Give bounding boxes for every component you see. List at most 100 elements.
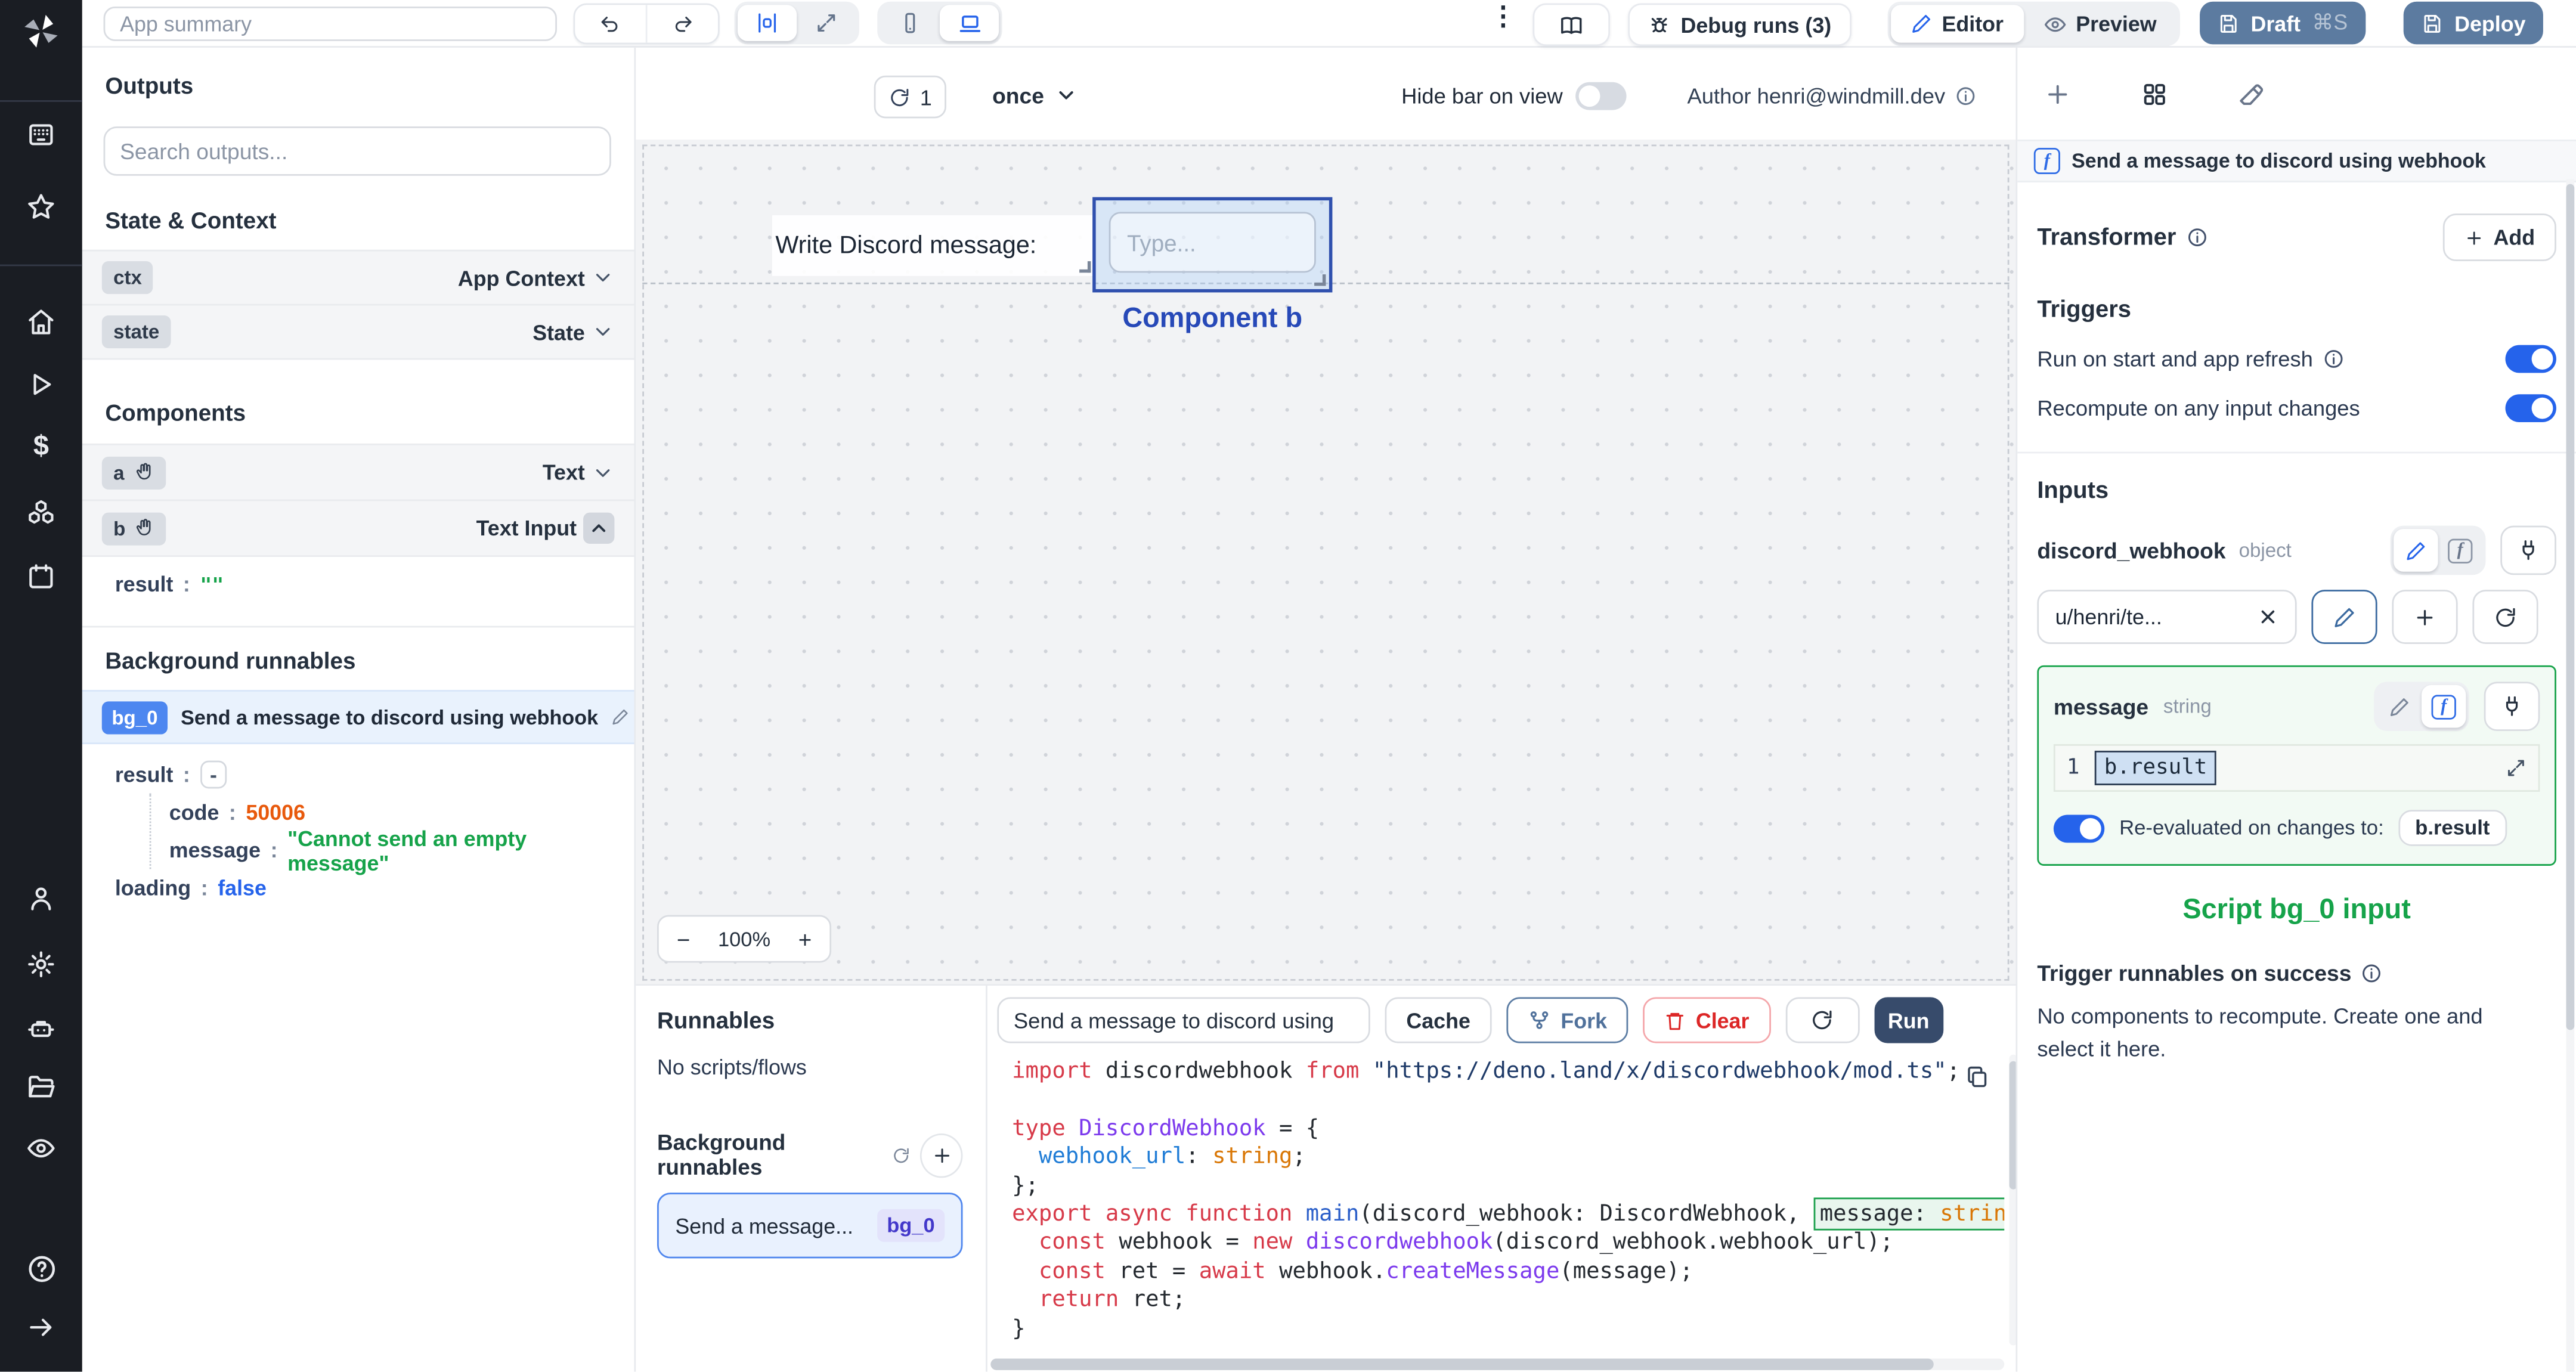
run-on-start-toggle[interactable] [2505,345,2556,373]
add-runnable-button[interactable] [920,1132,963,1178]
message-mode-toggle: f [2374,682,2469,732]
edit-icon[interactable] [611,708,629,726]
sidebar-expand-arrow[interactable] [0,1312,82,1342]
clear-button[interactable]: Clear [1643,997,1771,1043]
sidebar-item-apps[interactable] [0,120,82,150]
frequency-select[interactable]: once [992,76,1077,115]
sidebar-item-help[interactable] [0,1253,82,1284]
bg0-result-toggle[interactable]: - [200,760,227,789]
cache-button[interactable]: Cache [1385,997,1492,1043]
sidebar-item-workers[interactable] [0,1014,82,1043]
chevron-down-icon[interactable] [592,461,615,484]
chevron-down-icon[interactable] [592,320,615,343]
code-horizontal-scrollbar[interactable] [990,1358,2005,1370]
component-b-result-row[interactable]: result : "" [115,565,615,603]
save-icon [2422,13,2443,34]
collapse-button[interactable] [583,512,615,544]
fork-button[interactable]: Fork [1506,997,1628,1043]
sidebar-item-resources[interactable] [0,498,82,528]
text-input-field[interactable]: Type... [1109,212,1316,273]
refresh-count-box[interactable]: 1 [874,75,947,119]
app-canvas[interactable]: Write Discord message: Type... Component… [634,140,2018,986]
zoom-in-button[interactable]: + [781,925,830,952]
expand-editor-icon[interactable] [2506,757,2527,779]
chevron-down-icon[interactable] [592,266,615,289]
run-button[interactable]: Run [1874,997,1943,1043]
info-icon[interactable] [2186,227,2207,248]
runnable-item-bg0[interactable]: Send a message... bg_0 [657,1193,963,1259]
more-menu-icon[interactable]: ⋮ [1490,4,1516,30]
resize-handle[interactable] [1314,274,1326,286]
output-row-bg0[interactable]: bg_0 Send a message to discord using web… [82,690,634,745]
zoom-out-button[interactable]: − [659,925,708,952]
reeval-toggle[interactable] [2053,814,2105,842]
clear-resource-icon[interactable] [2258,606,2279,628]
tab-component-settings[interactable] [2141,80,2169,108]
sidebar-item-runs[interactable] [0,370,82,399]
draft-button[interactable]: Draft ⌘S [2200,1,2366,45]
script-name-input[interactable] [997,997,1370,1043]
sidebar-item-settings[interactable] [0,949,82,979]
resource-picker-field[interactable]: u/henri/te... [2037,590,2297,644]
bg0-result-row[interactable]: result : - [115,755,615,793]
dw-connect-button[interactable] [2500,525,2556,575]
fullwidth-layout-button[interactable] [797,5,856,41]
output-row-component-b[interactable]: b Text Input [82,499,634,557]
tab-preview[interactable]: Preview [2023,5,2176,42]
sidebar-item-favorites[interactable] [0,192,82,222]
desktop-view-button[interactable] [939,5,999,41]
message-connect-button[interactable] [2484,682,2540,732]
panel-scrollbar[interactable] [2566,179,2575,1372]
state-type-label: State [532,319,585,345]
debug-runs-button[interactable]: Debug runs (3) [1628,3,1852,47]
add-transformer-button[interactable]: Add [2442,213,2556,262]
pencil-icon [1911,13,1932,35]
sidebar-item-variables[interactable]: $ [0,431,82,462]
tab-styling[interactable] [2237,80,2265,108]
deploy-button[interactable]: Deploy [2403,1,2544,45]
resize-handle[interactable] [1079,261,1091,273]
static-mode-button[interactable] [2394,529,2438,572]
eval-mode-button[interactable]: f [2422,685,2466,728]
info-icon[interactable] [2361,962,2383,984]
create-resource-button[interactable] [2392,590,2458,644]
sidebar-item-folders[interactable] [0,1073,82,1102]
static-mode-button[interactable] [2377,685,2422,728]
recompute-toggle[interactable] [2505,394,2556,423]
component-a-type: Text [542,460,585,485]
runnables-title: Runnables [657,1006,775,1033]
redo-button[interactable] [648,5,718,42]
eval-mode-button[interactable]: f [2438,529,2482,572]
hide-bar-toggle[interactable] [1575,81,1627,110]
undo-button[interactable] [575,5,648,43]
windmill-logo-icon[interactable] [0,10,82,53]
left-rail: $ [0,0,82,1372]
refresh-resource-button[interactable] [2472,590,2538,644]
search-outputs-input[interactable] [103,126,611,176]
output-row-component-a[interactable]: a Text [82,443,634,501]
output-row-ctx[interactable]: ctx App Context [82,249,634,306]
text-component-a[interactable]: Write Discord message: [772,215,1094,276]
code-editor[interactable]: import discordwebhook from "https://deno… [1012,1058,2005,1352]
reload-script-button[interactable] [1785,997,1860,1043]
info-icon[interactable] [1955,85,1977,106]
bg0-message-row[interactable]: message : "Cannot send an empty message" [169,825,615,875]
reeval-target-chip[interactable]: b.result [2398,810,2507,846]
bottom-panel: Runnables No scripts/flows Background ru… [634,984,2018,1372]
mobile-view-button[interactable] [881,5,940,41]
copy-code-icon[interactable] [1965,1064,1989,1089]
sidebar-item-audit-logs[interactable] [0,1133,82,1163]
sidebar-item-home[interactable] [0,307,82,337]
textinput-component-b-selected[interactable]: Type... [1092,197,1333,293]
sidebar-item-schedules[interactable] [0,562,82,591]
app-summary-input[interactable] [103,7,557,41]
edit-resource-button[interactable] [2311,590,2377,644]
centered-layout-button[interactable] [738,5,797,41]
output-row-state[interactable]: state State [82,303,634,360]
tab-insert-component[interactable] [2044,80,2072,108]
sidebar-item-users[interactable] [0,884,82,913]
message-expression-editor[interactable]: 1 b.result [2053,744,2540,792]
info-icon[interactable] [2323,348,2344,370]
docs-button[interactable] [1532,3,1610,47]
tab-editor[interactable]: Editor [1891,5,2024,43]
